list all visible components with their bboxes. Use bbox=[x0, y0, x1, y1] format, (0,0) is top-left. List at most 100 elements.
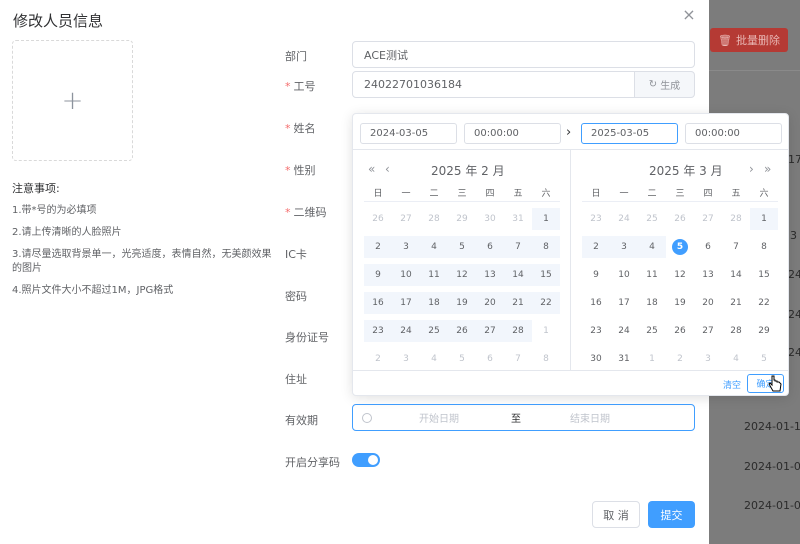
calendar-day[interactable]: 22 bbox=[532, 292, 560, 314]
calendar-day[interactable]: 29 bbox=[448, 208, 476, 230]
calendar-day[interactable]: 27 bbox=[476, 320, 504, 342]
calendar-day[interactable]: 25 bbox=[638, 208, 666, 230]
calendar-day[interactable]: 21 bbox=[504, 292, 532, 314]
calendar-day[interactable]: 28 bbox=[722, 320, 750, 342]
calendar-day[interactable]: 18 bbox=[420, 292, 448, 314]
calendar-day[interactable]: 26 bbox=[666, 320, 694, 342]
calendar-day[interactable]: 2 bbox=[364, 348, 392, 370]
calendar-day[interactable]: 10 bbox=[392, 264, 420, 286]
prev-year-icon[interactable]: « bbox=[368, 162, 375, 176]
calendar-day[interactable]: 4 bbox=[420, 348, 448, 370]
job-no-field[interactable]: 24022701036184 bbox=[352, 71, 635, 98]
calendar-day[interactable]: 13 bbox=[694, 264, 722, 286]
calendar-day[interactable]: 22 bbox=[750, 292, 778, 314]
calendar-day[interactable]: 27 bbox=[694, 208, 722, 230]
calendar-day[interactable]: 28 bbox=[722, 208, 750, 230]
calendar-day[interactable]: 8 bbox=[532, 348, 560, 370]
calendar-day[interactable]: 6 bbox=[476, 348, 504, 370]
start-time-input[interactable]: 00:00:00 bbox=[464, 123, 561, 144]
calendar-day[interactable]: 3 bbox=[392, 348, 420, 370]
calendar-day[interactable]: 17 bbox=[392, 292, 420, 314]
calendar-day[interactable]: 16 bbox=[582, 292, 610, 314]
calendar-day[interactable]: 7 bbox=[504, 236, 532, 258]
calendar-day[interactable]: 23 bbox=[582, 320, 610, 342]
calendar-day[interactable]: 13 bbox=[476, 264, 504, 286]
calendar-day[interactable]: 31 bbox=[610, 348, 638, 370]
calendar-day[interactable]: 24 bbox=[610, 320, 638, 342]
calendar-day[interactable]: 9 bbox=[364, 264, 392, 286]
calendar-day[interactable]: 8 bbox=[750, 236, 778, 258]
calendar-day[interactable]: 15 bbox=[532, 264, 560, 286]
calendar-day[interactable]: 26 bbox=[448, 320, 476, 342]
calendar-day[interactable]: 4 bbox=[722, 348, 750, 370]
submit-button[interactable]: 提交 bbox=[648, 501, 695, 528]
cancel-button[interactable]: 取 消 bbox=[592, 501, 640, 528]
start-date-input[interactable]: 2024-03-05 bbox=[360, 123, 457, 144]
next-month-icon[interactable]: › bbox=[749, 162, 754, 176]
calendar-day[interactable]: 12 bbox=[448, 264, 476, 286]
next-year-icon[interactable]: » bbox=[764, 162, 771, 176]
calendar-day[interactable]: 16 bbox=[364, 292, 392, 314]
calendar-day[interactable]: 20 bbox=[476, 292, 504, 314]
calendar-day[interactable]: 25 bbox=[420, 320, 448, 342]
generate-button[interactable]: ↻ 生成 bbox=[634, 71, 695, 98]
prev-month-icon[interactable]: ‹ bbox=[385, 162, 390, 176]
calendar-day[interactable]: 3 bbox=[694, 348, 722, 370]
calendar-day[interactable]: 1 bbox=[532, 320, 560, 342]
calendar-day[interactable]: 12 bbox=[666, 264, 694, 286]
calendar-day[interactable]: 25 bbox=[638, 320, 666, 342]
calendar-day[interactable]: 4 bbox=[420, 236, 448, 258]
calendar-day[interactable]: 17 bbox=[610, 292, 638, 314]
calendar-day[interactable]: 8 bbox=[532, 236, 560, 258]
calendar-day[interactable]: 6 bbox=[476, 236, 504, 258]
calendar-day[interactable]: 14 bbox=[722, 264, 750, 286]
calendar-day[interactable]: 7 bbox=[504, 348, 532, 370]
calendar-day[interactable]: 9 bbox=[582, 264, 610, 286]
calendar-day[interactable]: 28 bbox=[504, 320, 532, 342]
calendar-day[interactable]: 27 bbox=[694, 320, 722, 342]
calendar-day[interactable]: 26 bbox=[666, 208, 694, 230]
calendar-day[interactable]: 1 bbox=[638, 348, 666, 370]
calendar-day[interactable]: 27 bbox=[392, 208, 420, 230]
close-icon[interactable]: × bbox=[682, 7, 696, 23]
calendar-day[interactable]: 30 bbox=[476, 208, 504, 230]
calendar-day[interactable]: 6 bbox=[694, 236, 722, 258]
calendar-day[interactable]: 24 bbox=[392, 320, 420, 342]
photo-upload[interactable]: + bbox=[12, 40, 133, 161]
calendar-day[interactable]: 19 bbox=[666, 292, 694, 314]
calendar-day[interactable]: 15 bbox=[750, 264, 778, 286]
calendar-day[interactable]: 5 bbox=[448, 236, 476, 258]
calendar-day[interactable]: 23 bbox=[364, 320, 392, 342]
calendar-day[interactable]: 20 bbox=[694, 292, 722, 314]
calendar-day[interactable]: 29 bbox=[750, 320, 778, 342]
clear-button[interactable]: 清空 bbox=[723, 378, 741, 391]
calendar-day[interactable]: 18 bbox=[638, 292, 666, 314]
calendar-day[interactable]: 2 bbox=[582, 236, 610, 258]
calendar-day[interactable]: 2 bbox=[364, 236, 392, 258]
calendar-day[interactable]: 10 bbox=[610, 264, 638, 286]
calendar-day[interactable]: 19 bbox=[448, 292, 476, 314]
calendar-day[interactable]: 7 bbox=[722, 236, 750, 258]
calendar-day[interactable]: 11 bbox=[420, 264, 448, 286]
calendar-day[interactable]: 1 bbox=[750, 208, 778, 230]
calendar-day[interactable]: 21 bbox=[722, 292, 750, 314]
calendar-day[interactable]: 2 bbox=[666, 348, 694, 370]
calendar-day[interactable]: 5 bbox=[750, 348, 778, 370]
calendar-day[interactable]: 3 bbox=[392, 236, 420, 258]
calendar-day[interactable]: 4 bbox=[638, 236, 666, 258]
share-code-switch[interactable] bbox=[352, 453, 380, 467]
calendar-day[interactable]: 11 bbox=[638, 264, 666, 286]
calendar-day[interactable]: 24 bbox=[610, 208, 638, 230]
calendar-day[interactable]: 14 bbox=[504, 264, 532, 286]
calendar-day[interactable]: 28 bbox=[420, 208, 448, 230]
validity-range-input[interactable]: 开始日期 至 结束日期 bbox=[352, 404, 695, 431]
calendar-day[interactable]: 31 bbox=[504, 208, 532, 230]
dept-field[interactable]: ACE测试 bbox=[352, 41, 695, 68]
calendar-day[interactable]: 23 bbox=[582, 208, 610, 230]
end-date-input[interactable]: 2025-03-05 bbox=[581, 123, 678, 144]
calendar-day[interactable]: 5 bbox=[666, 236, 694, 258]
calendar-day[interactable]: 1 bbox=[532, 208, 560, 230]
calendar-day[interactable]: 5 bbox=[448, 348, 476, 370]
end-time-input[interactable]: 00:00:00 bbox=[685, 123, 782, 144]
calendar-day[interactable]: 3 bbox=[610, 236, 638, 258]
